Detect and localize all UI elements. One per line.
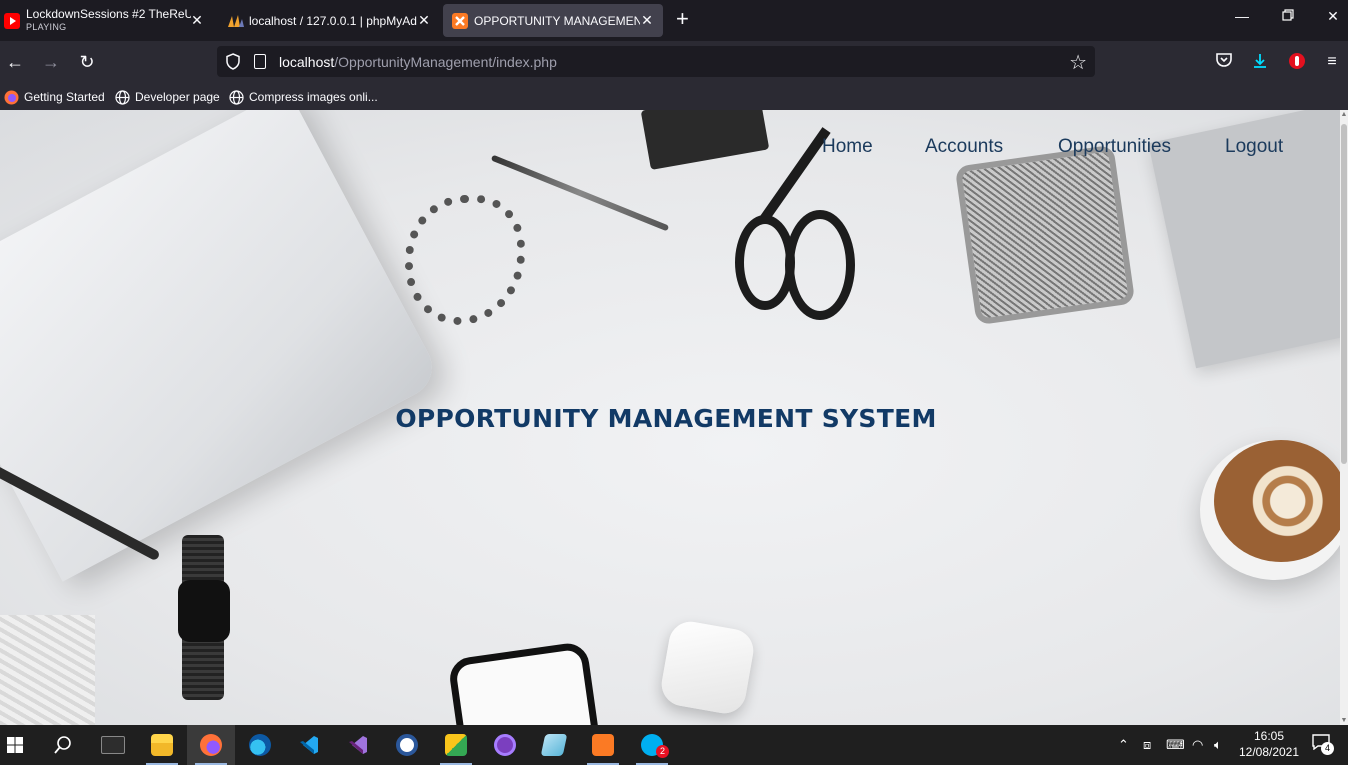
scissors-blade-image bbox=[759, 127, 831, 223]
tab-youtube[interactable]: LockdownSessions #2 TheReUp PLAYING ✕ bbox=[0, 4, 213, 37]
close-tab-icon[interactable]: ✕ bbox=[416, 12, 432, 28]
skype-icon[interactable]: 2 bbox=[628, 725, 676, 765]
forward-icon[interactable]: → bbox=[39, 50, 63, 74]
vscode-icon[interactable] bbox=[285, 725, 333, 765]
smartphone-image bbox=[447, 640, 603, 725]
wifi-icon[interactable]: ◠ bbox=[1192, 737, 1203, 753]
skype-notification-badge: 2 bbox=[656, 745, 669, 758]
bookmark-compress-images[interactable]: Compress images onli... bbox=[229, 88, 378, 106]
youtube-icon bbox=[4, 12, 20, 29]
navigation-toolbar: ← → ↻ localhost/OpportunityManagement/in… bbox=[0, 41, 1348, 83]
globe-icon bbox=[229, 89, 244, 105]
windows-taskbar: 2 ⌃ ⧈ ⌨ ◠ 🔈︎ 16:05 12/08/2021 4 bbox=[0, 725, 1348, 765]
tab-strip: LockdownSessions #2 TheReUp PLAYING ✕ lo… bbox=[0, 0, 1348, 41]
volume-icon[interactable]: 🔈︎ bbox=[1214, 737, 1222, 753]
scroll-down-icon[interactable]: ▼ bbox=[1340, 717, 1348, 724]
tab-title: LockdownSessions #2 TheReUp bbox=[26, 7, 191, 21]
pen-cup-image bbox=[954, 144, 1136, 326]
pocket-icon[interactable] bbox=[1214, 52, 1234, 72]
snip-icon[interactable] bbox=[432, 725, 480, 765]
earbuds-case-image bbox=[658, 618, 757, 717]
nav-home-link[interactable]: Home bbox=[822, 136, 873, 158]
bookmark-star-icon[interactable]: ☆ bbox=[1069, 50, 1087, 75]
bookmark-label: Compress images onli... bbox=[249, 90, 378, 104]
firefox-icon[interactable] bbox=[187, 725, 235, 765]
start-icon[interactable] bbox=[0, 725, 39, 765]
clock-date: 12/08/2021 bbox=[1238, 745, 1300, 759]
page-scrollbar[interactable]: ▲ ▼ bbox=[1340, 110, 1348, 725]
url-text: localhost/OpportunityManagement/index.ph… bbox=[279, 54, 557, 70]
url-path: /OpportunityManagement/index.php bbox=[334, 54, 557, 70]
globe-icon bbox=[115, 89, 130, 105]
system-clock[interactable]: 16:05 12/08/2021 bbox=[1236, 728, 1302, 760]
tab-phpmyadmin[interactable]: localhost / 127.0.0.1 | phpMyAd ✕ bbox=[222, 4, 440, 37]
scrollbar-thumb[interactable] bbox=[1341, 124, 1347, 464]
back-icon[interactable]: ← bbox=[3, 50, 27, 74]
word-icon[interactable] bbox=[383, 725, 431, 765]
notepad-icon[interactable] bbox=[530, 725, 578, 765]
clock-time: 16:05 bbox=[1253, 729, 1285, 743]
scroll-up-icon[interactable]: ▲ bbox=[1340, 111, 1348, 118]
ublock-extension-icon[interactable] bbox=[1287, 52, 1307, 72]
bookmark-getting-started[interactable]: Getting Started bbox=[4, 88, 105, 106]
file-explorer-icon[interactable] bbox=[138, 725, 186, 765]
scissors-handle-image bbox=[785, 210, 855, 320]
input-method-icon[interactable]: ⌨ bbox=[1166, 737, 1185, 753]
maximize-icon[interactable] bbox=[1276, 8, 1300, 24]
xampp-icon bbox=[452, 12, 468, 29]
edge-icon[interactable] bbox=[236, 725, 284, 765]
page-viewport: Home Accounts Opportunities Logout OPPOR… bbox=[0, 110, 1340, 725]
bookmark-developer-page[interactable]: Developer page bbox=[115, 88, 220, 106]
cable-image bbox=[405, 195, 525, 325]
bookmarks-toolbar: Getting Started Developer page Compress … bbox=[0, 83, 1348, 110]
close-window-icon[interactable]: ✕ bbox=[1321, 8, 1345, 25]
address-bar[interactable]: localhost/OpportunityManagement/index.ph… bbox=[217, 46, 1095, 77]
menu-icon[interactable]: ≡ bbox=[1322, 52, 1342, 72]
terminal-icon[interactable] bbox=[89, 725, 137, 765]
search-icon[interactable] bbox=[39, 725, 87, 765]
tracking-protection-icon[interactable] bbox=[225, 53, 241, 70]
url-host: localhost bbox=[279, 54, 335, 70]
plant-pot-image bbox=[0, 615, 95, 725]
show-hidden-icons-icon[interactable]: ⌃ bbox=[1118, 737, 1129, 753]
bookmark-label: Getting Started bbox=[24, 90, 105, 104]
close-tab-icon[interactable]: ✕ bbox=[639, 12, 655, 28]
notification-center-icon[interactable]: 4 bbox=[1312, 734, 1334, 756]
bookmark-label: Developer page bbox=[135, 90, 220, 104]
tab-opportunity-management[interactable]: OPPORTUNITY MANAGEMENT ✕ bbox=[443, 4, 663, 37]
minimize-icon[interactable]: — bbox=[1230, 8, 1254, 24]
smartwatch-face-image bbox=[178, 580, 230, 642]
page-title: OPPORTUNITY MANAGEMENT SYSTEM bbox=[395, 404, 937, 433]
nav-logout-link[interactable]: Logout bbox=[1225, 136, 1283, 158]
tab-playing-label: PLAYING bbox=[26, 21, 67, 32]
github-desktop-icon[interactable] bbox=[481, 725, 529, 765]
reload-icon[interactable]: ↻ bbox=[75, 50, 99, 74]
nav-accounts-link[interactable]: Accounts bbox=[925, 136, 1003, 158]
meet-now-icon[interactable]: ⧈ bbox=[1143, 737, 1151, 753]
firefox-icon bbox=[4, 90, 19, 105]
nav-opportunities-link[interactable]: Opportunities bbox=[1058, 136, 1171, 158]
latte-art-image bbox=[1214, 440, 1340, 562]
new-tab-icon[interactable]: + bbox=[676, 8, 689, 30]
visual-studio-icon[interactable] bbox=[334, 725, 382, 765]
notification-count-badge: 4 bbox=[1321, 742, 1334, 755]
downloads-icon[interactable] bbox=[1250, 52, 1270, 72]
tab-title: OPPORTUNITY MANAGEMENT bbox=[474, 13, 640, 28]
page-info-icon[interactable] bbox=[254, 54, 266, 69]
black-box-image bbox=[640, 110, 770, 170]
xampp-icon[interactable] bbox=[579, 725, 627, 765]
phpmyadmin-icon bbox=[227, 13, 244, 29]
tab-title: localhost / 127.0.0.1 | phpMyAd bbox=[249, 13, 417, 28]
close-tab-icon[interactable]: ✕ bbox=[189, 12, 205, 28]
